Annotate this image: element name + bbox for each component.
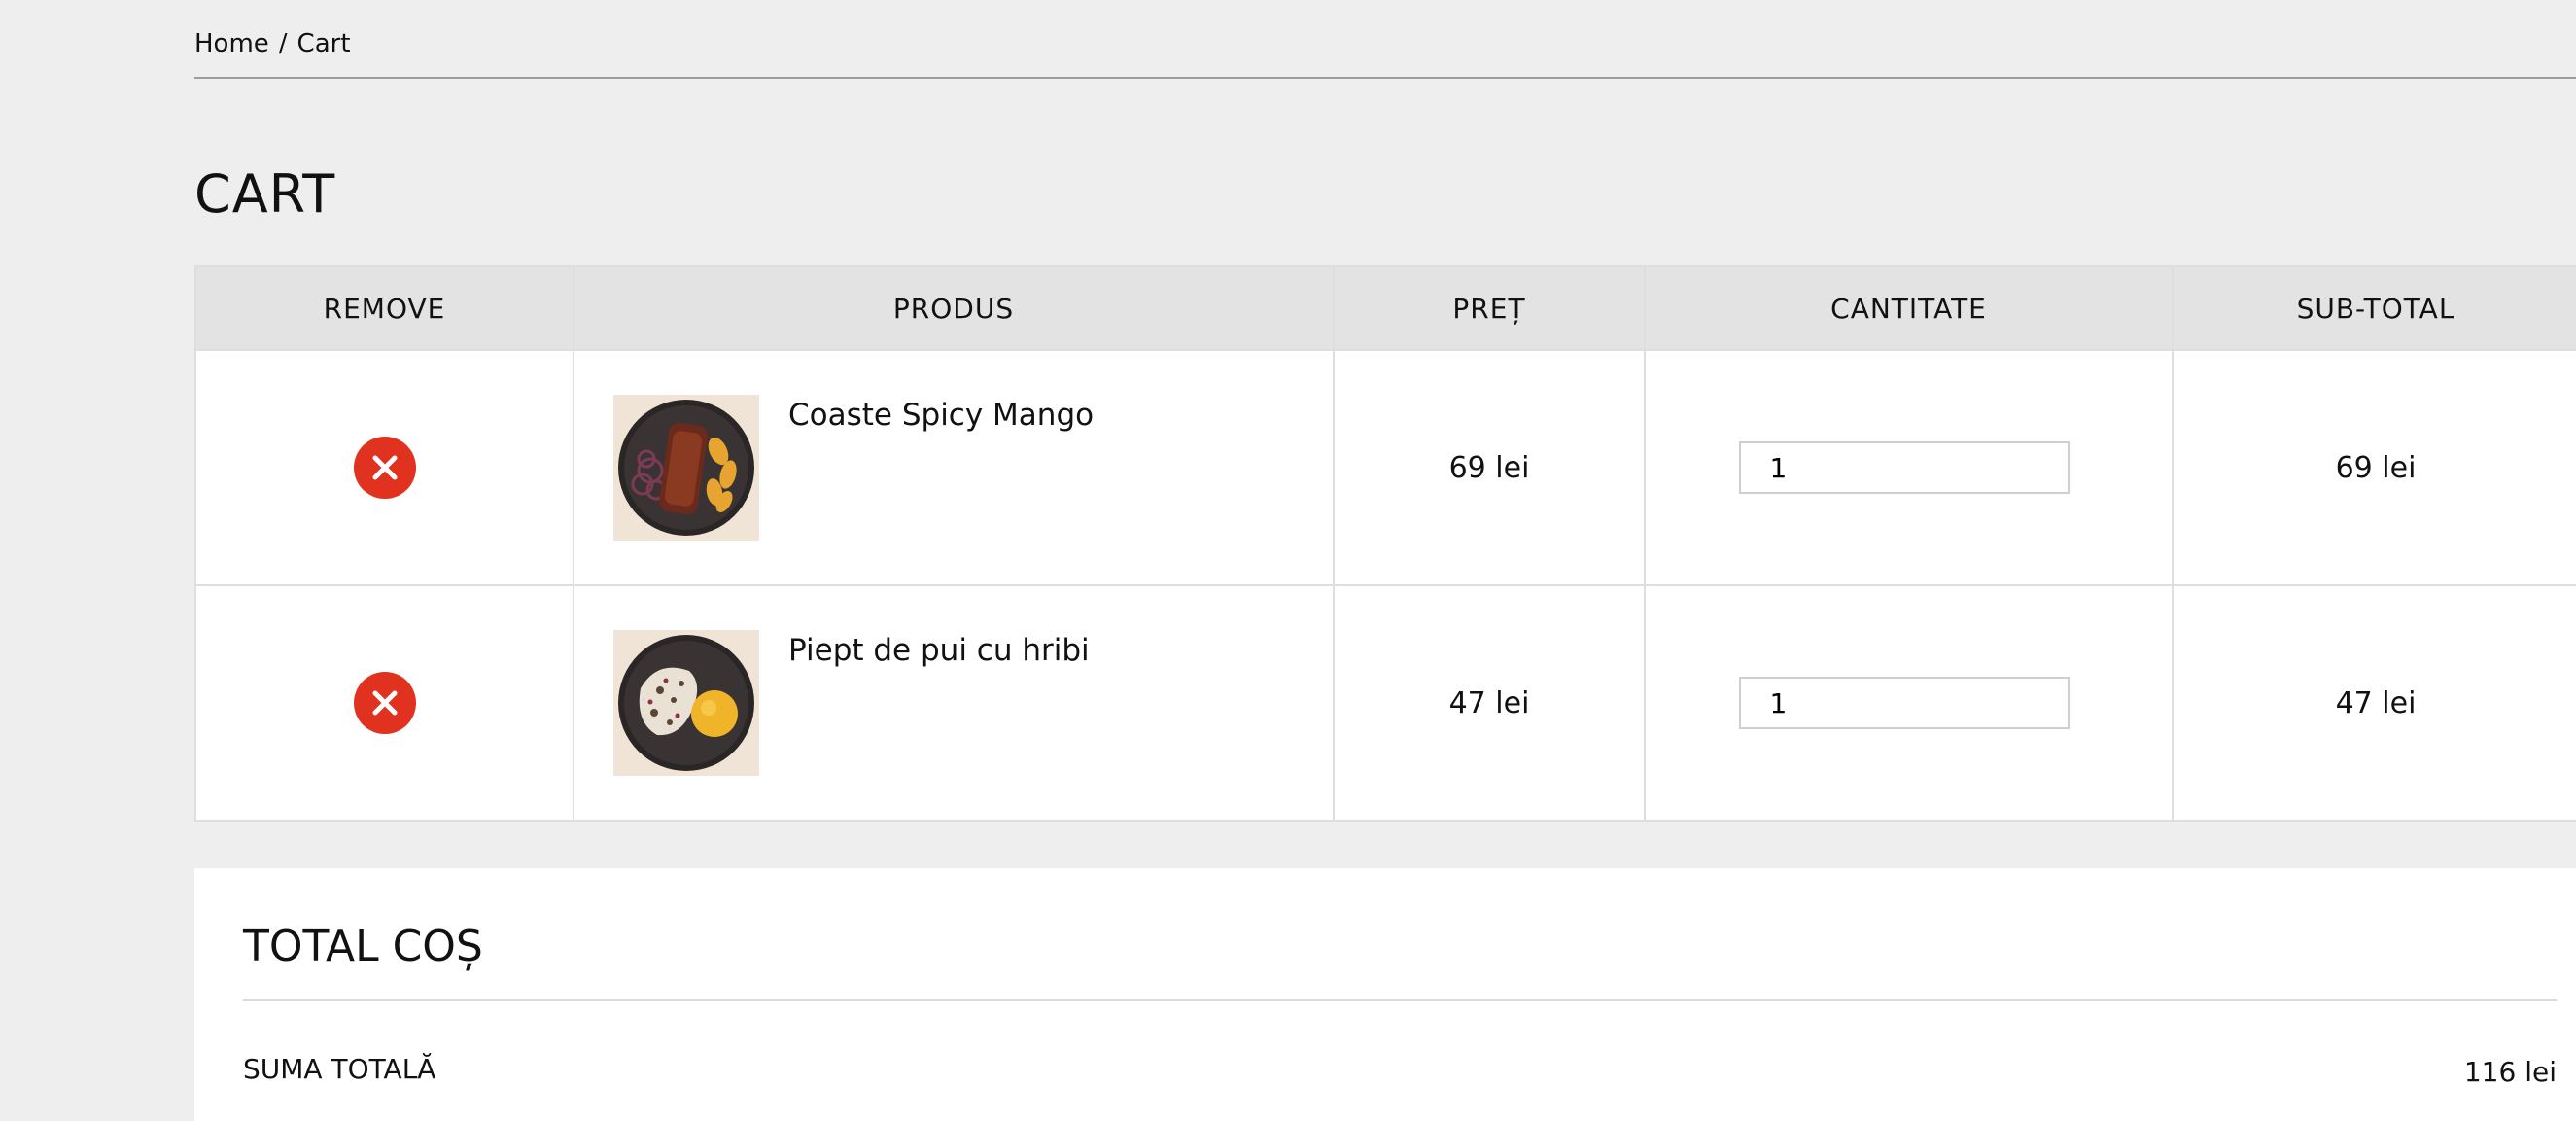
product-name-link[interactable]: Piept de pui cu hribi: [788, 633, 1090, 668]
cart-totals-panel: TOTAL COȘ SUMA TOTALĂ 116 lei: [194, 868, 2576, 1121]
cart-table: REMOVE PRODUS PREȚ CANTITATE SUB-TOTAL C…: [194, 265, 2576, 822]
total-amount-value: 116 lei: [2463, 1056, 2557, 1088]
product-thumbnail[interactable]: [613, 395, 759, 541]
remove-item-button[interactable]: [353, 672, 416, 734]
remove-cell: [194, 349, 574, 586]
close-circle-icon: [372, 690, 397, 716]
header-quantity: CANTITATE: [1644, 265, 2174, 351]
breadcrumb-current: Cart: [296, 29, 351, 58]
quantity-cell: [1644, 584, 2174, 822]
product-thumbnail[interactable]: [613, 630, 759, 776]
header-price: PREȚ: [1333, 265, 1646, 351]
total-amount-label: SUMA TOTALĂ: [243, 1053, 436, 1085]
product-name-link[interactable]: Coaste Spicy Mango: [788, 398, 1094, 433]
breadcrumb-separator: /: [278, 29, 288, 58]
header-product: PRODUS: [573, 265, 1335, 351]
cart-totals-title: TOTAL COȘ: [243, 922, 483, 971]
remove-item-button[interactable]: [353, 437, 416, 499]
spicy-ribs-dish-image: [618, 400, 754, 536]
table-row: Coaste Spicy Mango 69 lei 69 lei: [194, 349, 2576, 586]
page-title: CART: [194, 163, 336, 225]
close-circle-icon: [372, 455, 397, 480]
subtotal-cell: 69 lei: [2172, 349, 2576, 586]
subtotal-cell: 47 lei: [2172, 584, 2576, 822]
table-row: Piept de pui cu hribi 47 lei 47 lei: [194, 584, 2576, 822]
breadcrumb-home-link[interactable]: Home: [194, 29, 269, 58]
cart-totals-divider: [243, 999, 2557, 1001]
chicken-mushroom-dish-image: [618, 635, 754, 771]
breadcrumb-divider: [194, 77, 2576, 79]
quantity-input[interactable]: [1738, 441, 2070, 494]
remove-cell: [194, 584, 574, 822]
breadcrumb: Home / Cart: [194, 29, 351, 58]
price-cell: 47 lei: [1333, 584, 1646, 822]
header-remove: REMOVE: [194, 265, 574, 351]
product-cell: Piept de pui cu hribi: [573, 584, 1335, 822]
cart-table-header: REMOVE PRODUS PREȚ CANTITATE SUB-TOTAL: [194, 265, 2576, 351]
header-subtotal: SUB-TOTAL: [2172, 265, 2576, 351]
price-cell: 69 lei: [1333, 349, 1646, 586]
product-cell: Coaste Spicy Mango: [573, 349, 1335, 586]
quantity-input[interactable]: [1738, 677, 2070, 729]
quantity-cell: [1644, 349, 2174, 586]
